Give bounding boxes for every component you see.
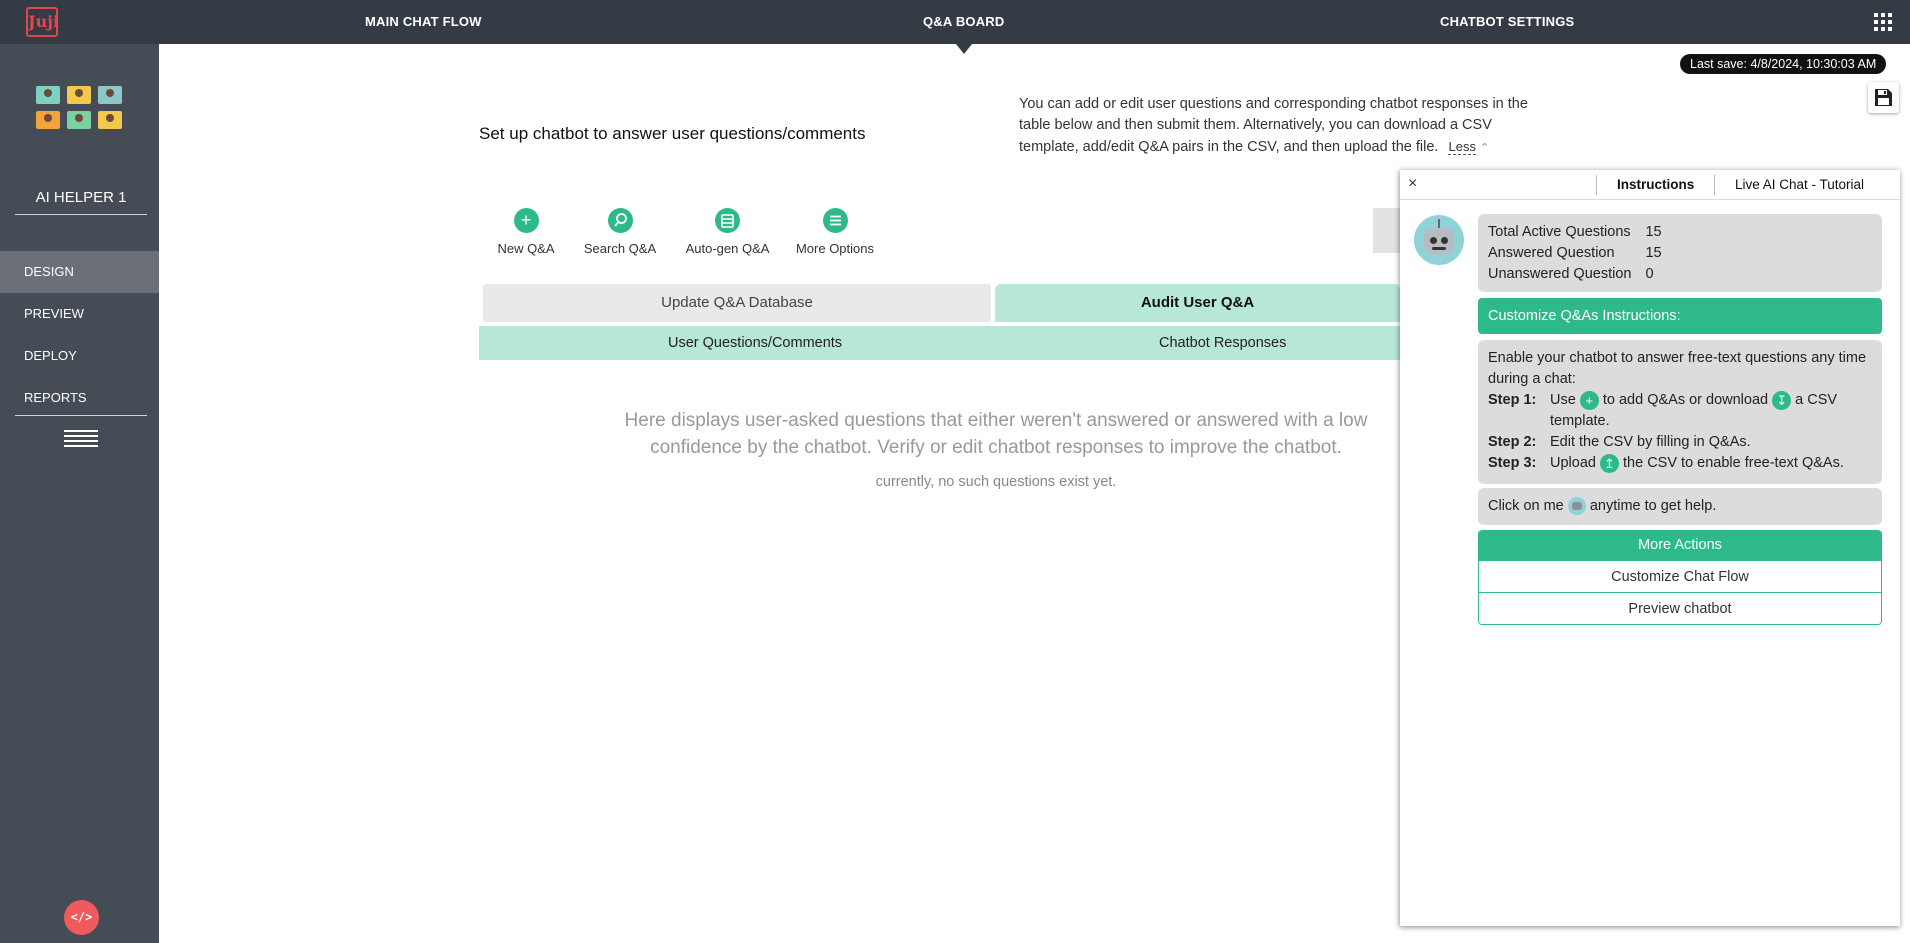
stack-icon — [715, 208, 740, 233]
help-bubble: Click on me anytime to get help. — [1478, 488, 1882, 525]
menu-icon — [822, 208, 848, 233]
less-link[interactable]: Less — [1448, 139, 1476, 155]
column-user-questions: User Questions/Comments — [668, 335, 843, 351]
search-qa-label: Search Q&A — [583, 241, 657, 256]
step-label: Step 3: — [1488, 455, 1537, 471]
stat-value: 15 — [1645, 245, 1662, 261]
hamburger-menu-icon[interactable] — [64, 430, 98, 448]
chevron-up-icon[interactable]: ⌃ — [1480, 142, 1489, 154]
column-chatbot-responses: Chatbot Responses — [1159, 335, 1287, 351]
nav-main-chat-flow[interactable]: MAIN CHAT FLOW — [365, 0, 482, 44]
auto-gen-qa-label: Auto-gen Q&A — [685, 241, 770, 256]
save-icon[interactable] — [1868, 82, 1899, 113]
instructions-panel: × Instructions Live AI Chat - Tutorial T… — [1400, 170, 1900, 926]
sidebar-item-reports[interactable]: REPORTS — [0, 377, 159, 419]
step-1: Step 1: Use + to add Q&As or download ↧ … — [1488, 390, 1872, 432]
instructions-description: You can add or edit user questions and c… — [1019, 94, 1529, 159]
customize-instructions-header: Customize Q&As Instructions: — [1478, 298, 1882, 334]
apps-grid-icon[interactable] — [1874, 13, 1892, 31]
tab-live-ai-chat-tutorial[interactable]: Live AI Chat - Tutorial — [1735, 174, 1864, 196]
empty-state-subtext: currently, no such questions exist yet. — [875, 474, 1117, 490]
hidden-action-button[interactable] — [1373, 208, 1401, 253]
juji-logo[interactable]: Juji — [26, 7, 59, 37]
stat-row: Answered Question 15 — [1488, 243, 1676, 264]
step-text: Use + to add Q&As or download ↧ a CSV te… — [1550, 390, 1872, 432]
help-text-pre: Click on me — [1488, 498, 1564, 514]
step-text: Upload ↥ the CSV to enable free-text Q&A… — [1550, 453, 1844, 474]
search-icon — [607, 208, 633, 233]
more-actions-header: More Actions — [1479, 531, 1881, 560]
table-header: User Questions/Comments Chatbot Response… — [479, 326, 1400, 360]
panel-header: × Instructions Live AI Chat - Tutorial — [1400, 170, 1900, 200]
stats-bubble: Total Active Questions 15 Answered Questi… — [1478, 214, 1882, 292]
preview-chatbot-button[interactable]: Preview chatbot — [1479, 592, 1881, 624]
more-actions-box: More Actions Customize Chat Flow Preview… — [1478, 530, 1882, 625]
sidebar-item-preview[interactable]: PREVIEW — [0, 293, 159, 335]
step-text-part: to add Q&As or download — [1602, 392, 1769, 408]
tab-update-qa-database[interactable]: Update Q&A Database — [483, 284, 991, 322]
sidebar-item-deploy[interactable]: DEPLOY — [0, 335, 159, 377]
tab-divider — [1714, 175, 1715, 195]
stat-label: Total Active Questions — [1488, 224, 1631, 240]
robot-icon[interactable] — [1567, 497, 1586, 516]
empty-state-message: Here displays user-asked questions that … — [624, 410, 1368, 458]
help-text-post: anytime to get help. — [1589, 498, 1717, 514]
page-title: Set up chatbot to answer user questions/… — [479, 124, 866, 143]
sidebar: AI HELPER 1 DESIGN PREVIEW DEPLOY REPORT… — [0, 44, 159, 943]
close-icon[interactable]: × — [1408, 175, 1417, 193]
stat-value: 15 — [1645, 224, 1662, 240]
stat-row: Total Active Questions 15 — [1488, 222, 1676, 243]
nav-qa-board[interactable]: Q&A BOARD — [923, 0, 1004, 54]
stat-value: 0 — [1645, 266, 1654, 282]
nav-chatbot-settings[interactable]: CHATBOT SETTINGS — [1440, 0, 1574, 44]
step-text-part: Use — [1550, 392, 1576, 408]
step-2: Step 2: Edit the CSV by filling in Q&As. — [1488, 432, 1872, 453]
team-avatars-image — [36, 86, 122, 130]
sidebar-divider — [15, 415, 147, 416]
tab-audit-user-qa[interactable]: Audit User Q&A — [995, 284, 1400, 322]
step-label: Step 1: — [1488, 392, 1537, 408]
plus-icon: + — [513, 208, 539, 233]
top-bar: Juji MAIN CHAT FLOW Q&A BOARD CHATBOT SE… — [0, 0, 1910, 54]
instructions-bubble: Enable your chatbot to answer free-text … — [1478, 340, 1882, 484]
step-text: Edit the CSV by filling in Q&As. — [1550, 434, 1751, 450]
stat-label: Unanswered Question — [1488, 266, 1632, 282]
new-qa-button[interactable]: + New Q&A — [491, 208, 561, 256]
stat-row: Unanswered Question 0 — [1488, 264, 1676, 285]
sidebar-item-design[interactable]: DESIGN — [0, 251, 159, 293]
upload-icon[interactable]: ↥ — [1599, 453, 1619, 473]
more-options-label: More Options — [795, 241, 875, 256]
plus-icon[interactable]: + — [1579, 390, 1599, 410]
customize-chat-flow-button[interactable]: Customize Chat Flow — [1479, 560, 1881, 592]
new-qa-label: New Q&A — [497, 241, 555, 256]
stat-label: Answered Question — [1488, 245, 1615, 261]
last-save-badge: Last save: 4/8/2024, 10:30:03 AM — [1680, 54, 1887, 74]
more-options-button[interactable]: More Options — [790, 208, 880, 256]
helper-name: AI HELPER 1 — [15, 189, 147, 215]
step-text-part: the CSV to enable free-text Q&As. — [1623, 455, 1844, 471]
download-icon[interactable]: ↧ — [1772, 390, 1792, 410]
search-qa-button[interactable]: Search Q&A — [580, 208, 660, 256]
tab-instructions[interactable]: Instructions — [1617, 174, 1694, 196]
auto-gen-qa-button[interactable]: Auto-gen Q&A — [680, 208, 775, 256]
robot-avatar-icon[interactable] — [1414, 215, 1464, 265]
embed-code-button[interactable]: </> — [64, 900, 99, 935]
step-text-part: Upload — [1550, 455, 1596, 471]
step-3: Step 3: Upload ↥ the CSV to enable free-… — [1488, 453, 1872, 474]
tab-divider — [1596, 175, 1597, 195]
step-label: Step 2: — [1488, 434, 1537, 450]
instructions-intro: Enable your chatbot to answer free-text … — [1488, 350, 1867, 387]
